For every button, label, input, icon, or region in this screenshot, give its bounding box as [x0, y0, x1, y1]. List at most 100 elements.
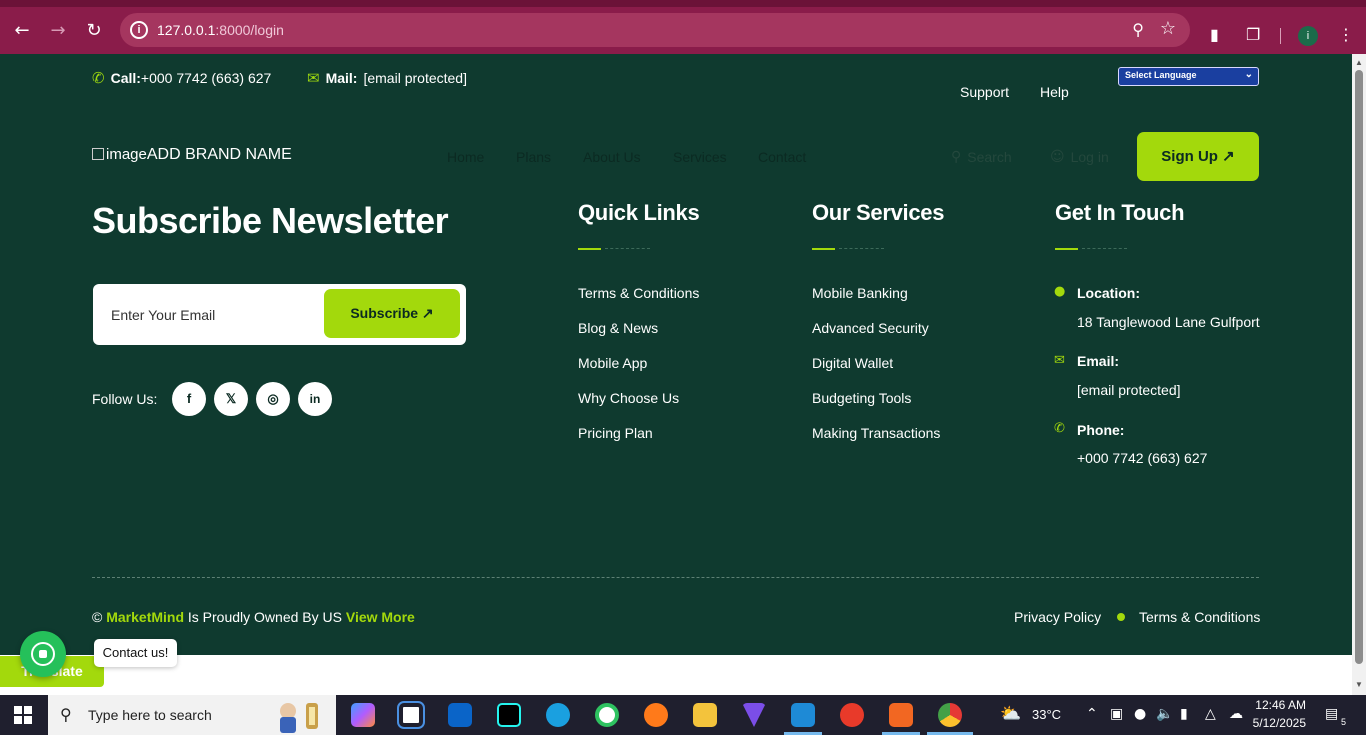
microsoft-store-icon[interactable] [397, 701, 425, 729]
address-bar[interactable]: i 127.0.0.1:8000/login ⚲ ☆ [120, 13, 1190, 47]
service-link-item[interactable]: Advanced Security [812, 320, 929, 336]
extensions-puzzle-icon[interactable]: ❐ [1246, 25, 1260, 44]
broken-image-icon [92, 148, 104, 160]
menu-kebab-icon[interactable]: ⋮ [1338, 25, 1354, 44]
zoom-icon[interactable]: ⚲ [1132, 20, 1144, 39]
quick-links-underline [578, 248, 650, 250]
quick-link-item[interactable]: Blog & News [578, 320, 658, 336]
mail-label: Mail: [325, 70, 358, 86]
edge-icon[interactable] [546, 703, 570, 727]
file-explorer-icon[interactable] [693, 703, 717, 727]
quick-link-item[interactable]: Mobile App [578, 355, 647, 371]
page-viewport: ✆ Call: +000 7742 (663) 627 ✉ Mail: [email… [0, 54, 1352, 655]
site-info-icon[interactable]: i [130, 21, 148, 39]
chevron-down-icon: ⌄ [1244, 69, 1253, 80]
view-more-link[interactable]: View More [346, 609, 415, 625]
xampp-icon[interactable] [889, 703, 913, 727]
services-title: Our Services [812, 200, 945, 225]
contact-underline [1055, 248, 1127, 250]
battery-icon[interactable]: ▮ [1180, 706, 1188, 722]
email-input[interactable]: Enter Your Email [111, 307, 215, 323]
location-pin-icon: ● [1054, 284, 1066, 299]
quick-link-item[interactable]: Why Choose Us [578, 390, 679, 406]
tiktok-icon[interactable] [497, 703, 521, 727]
weather-icon[interactable]: ⛅ [1000, 704, 1021, 724]
service-link-item[interactable]: Making Transactions [812, 425, 940, 441]
quick-links-title: Quick Links [578, 200, 700, 225]
email-value[interactable]: [email protected] [1077, 382, 1181, 398]
page-scrollbar[interactable]: ▲ ▼ [1352, 54, 1366, 695]
profile-avatar[interactable]: i [1298, 26, 1318, 46]
privacy-policy-link[interactable]: Privacy Policy [1014, 609, 1101, 625]
language-select[interactable]: Select Language ⌄ [1118, 67, 1259, 86]
mail-icon: ✉ [307, 69, 320, 87]
location-value: 18 Tanglewood Lane Gulfport [1077, 314, 1260, 330]
nav-plans[interactable]: Plans [516, 149, 551, 165]
service-link-item[interactable]: Digital Wallet [812, 355, 893, 371]
nav-services[interactable]: Services [673, 149, 727, 165]
wps-office-icon[interactable] [840, 703, 864, 727]
clock-time[interactable]: 12:46 AM [1250, 698, 1306, 712]
back-arrow-icon[interactable]: ← [10, 19, 34, 43]
scroll-down-arrow-icon[interactable]: ▼ [1355, 680, 1363, 689]
phone-icon: ✆ [92, 69, 105, 87]
call-label: Call: [110, 70, 141, 86]
nav-about-us[interactable]: About Us [583, 149, 641, 165]
whatsapp-icon [31, 642, 55, 666]
clock-date[interactable]: 5/12/2025 [1250, 716, 1306, 730]
support-link[interactable]: Support [960, 84, 1009, 100]
phone-label: Phone: [1077, 422, 1125, 438]
services-underline [812, 248, 884, 250]
x-twitter-icon[interactable]: 𝕏 [214, 382, 248, 416]
quick-link-item[interactable]: Terms & Conditions [578, 285, 699, 301]
meet-now-icon[interactable]: ▣ [1110, 706, 1123, 722]
url-text: 127.0.0.1:8000/login [157, 22, 284, 38]
reload-icon[interactable]: ↻ [82, 19, 106, 43]
search-icon: ⚲ [951, 149, 962, 165]
nav-login[interactable]: ☺ Log in [1050, 149, 1109, 165]
cloud-off-icon[interactable]: ☁ [1229, 706, 1243, 722]
microphone-icon[interactable]: ● [1134, 706, 1146, 722]
newsletter-title: Subscribe Newsletter [92, 200, 449, 241]
windows-start-icon[interactable] [14, 706, 32, 724]
mail-value[interactable]: [email protected] [363, 70, 467, 86]
firefox-icon[interactable] [644, 703, 668, 727]
brand-logo[interactable]: imageADD BRAND NAME [92, 146, 292, 164]
search-icon: ⚲ [60, 705, 72, 724]
network-icon[interactable]: △ [1205, 706, 1216, 722]
quick-link-item[interactable]: Pricing Plan [578, 425, 653, 441]
nav-home[interactable]: Home [447, 149, 484, 165]
footer-terms-link[interactable]: Terms & Conditions [1139, 609, 1260, 625]
nav-search[interactable]: ⚲ Search [951, 149, 1012, 165]
instagram-icon[interactable]: ◎ [256, 382, 290, 416]
notification-count: 5 [1340, 717, 1346, 727]
help-link[interactable]: Help [1040, 84, 1069, 100]
service-link-item[interactable]: Mobile Banking [812, 285, 908, 301]
scroll-up-arrow-icon[interactable]: ▲ [1355, 58, 1363, 67]
speaker-icon[interactable]: 🔈 [1156, 706, 1173, 722]
whatsapp-app-icon[interactable] [595, 703, 619, 727]
vscode-icon[interactable] [791, 703, 815, 727]
tab-search-icon[interactable]: ▮ [1210, 25, 1219, 44]
service-link-item[interactable]: Budgeting Tools [812, 390, 911, 406]
subscribe-button[interactable]: Subscribe ↗ [324, 289, 460, 338]
chevron-up-icon[interactable]: ⌃ [1086, 706, 1098, 722]
contact-title: Get In Touch [1055, 200, 1185, 225]
proton-vpn-icon[interactable] [742, 703, 766, 727]
chrome-icon[interactable] [938, 703, 962, 727]
email-label: Email: [1077, 353, 1120, 369]
whatsapp-button[interactable] [20, 631, 66, 677]
outlook-icon[interactable] [448, 703, 472, 727]
weather-temperature[interactable]: 33°C [1032, 707, 1061, 722]
taskbar-search[interactable]: ⚲ Type here to search [48, 695, 336, 735]
sign-up-button[interactable]: Sign Up ↗ [1137, 132, 1259, 181]
bookmark-star-icon[interactable]: ☆ [1160, 18, 1176, 39]
company-link[interactable]: MarketMind [106, 609, 184, 625]
linkedin-icon[interactable]: in [298, 382, 332, 416]
copilot-app-icon[interactable] [351, 703, 375, 727]
forward-arrow-icon[interactable]: → [46, 19, 70, 43]
scrollbar-thumb[interactable] [1355, 70, 1363, 664]
toolbar-divider [1280, 28, 1281, 44]
facebook-icon[interactable]: f [172, 382, 206, 416]
nav-contact[interactable]: Contact [758, 149, 806, 165]
